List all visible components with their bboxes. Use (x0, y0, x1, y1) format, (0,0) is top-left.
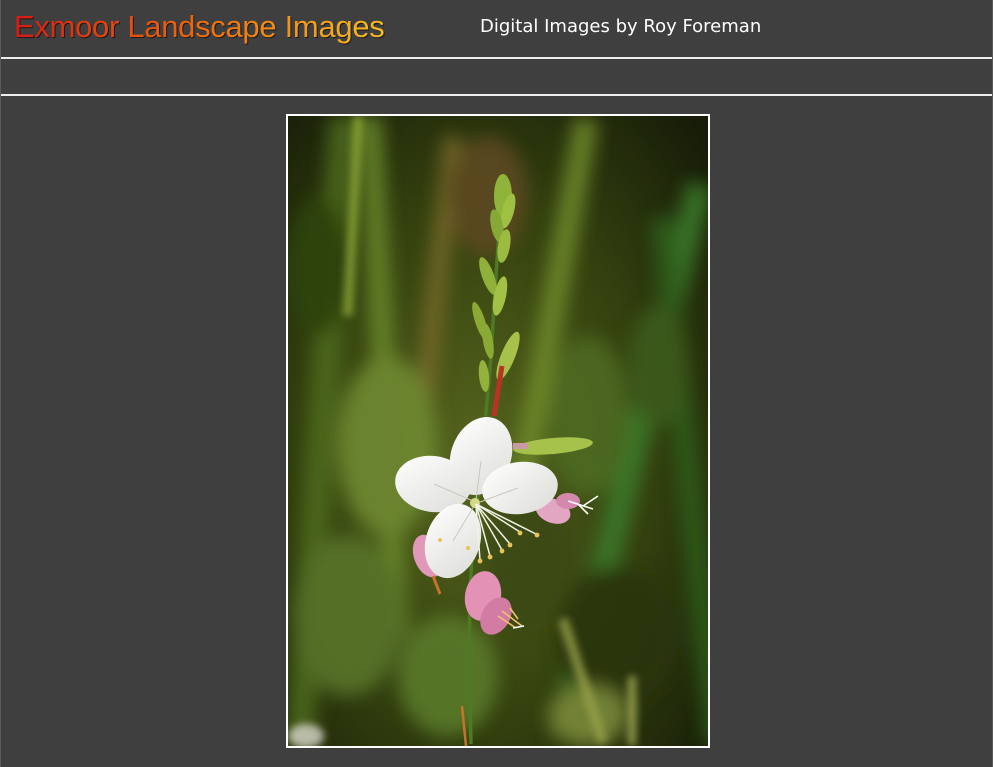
photo-frame (286, 114, 710, 748)
site-title[interactable]: Exmoor Landscape Images (14, 8, 385, 46)
page: Exmoor Landscape Images Digital Images b… (0, 0, 993, 767)
site-subtitle: Digital Images by Roy Foreman (480, 16, 762, 37)
nav-bar (1, 59, 992, 96)
flower-photo[interactable] (288, 116, 708, 746)
site-header: Exmoor Landscape Images Digital Images b… (1, 0, 992, 59)
